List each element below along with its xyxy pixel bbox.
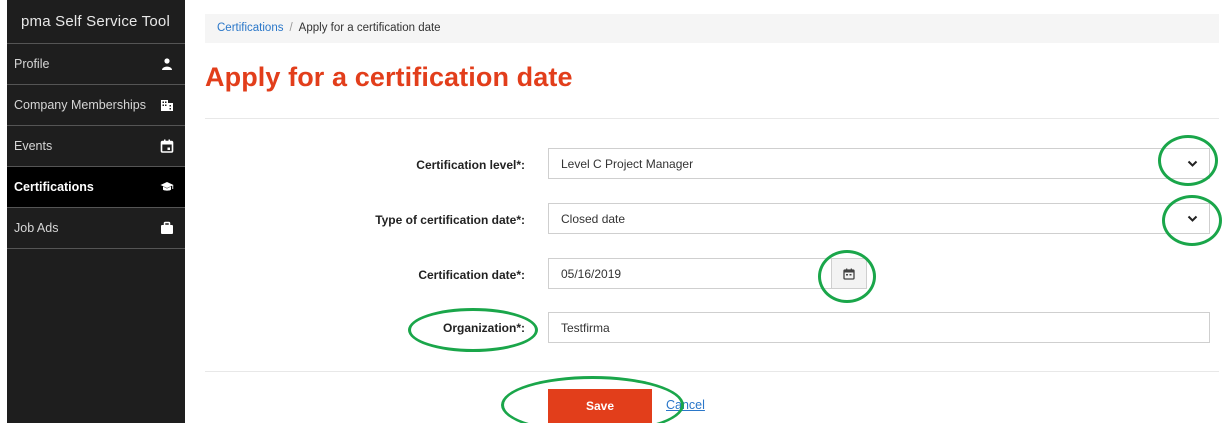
certification-level-value: Level C Project Manager [561,156,694,171]
sidebar: pma Self Service Tool Profile Company Me… [7,0,185,423]
sidebar-item-label: Company Memberships [14,98,146,112]
date-picker-button[interactable] [831,258,867,289]
divider [205,371,1219,372]
sidebar-item-job-ads[interactable]: Job Ads [7,208,185,249]
sidebar-item-label: Profile [14,57,50,71]
certification-level-label: Certification level*: [416,158,525,172]
breadcrumb-separator: / [289,22,293,34]
sidebar-item-events[interactable]: Events [7,126,185,167]
sidebar-item-label: Events [14,139,53,153]
calendar-icon [160,139,174,153]
building-icon [161,100,173,111]
person-icon [162,58,172,70]
sidebar-item-label: Certifications [14,180,94,194]
certification-level-select[interactable]: Level C Project Manager [548,148,1210,179]
organization-input[interactable]: Testfirma [548,312,1210,343]
cancel-link[interactable]: Cancel [666,398,705,412]
page: pma Self Service Tool Profile Company Me… [0,0,1224,423]
save-button[interactable]: Save [548,389,652,423]
chevron-down-icon[interactable] [1175,204,1209,233]
date-type-label: Type of certification date*: [375,213,525,227]
calendar-icon [843,268,855,280]
organization-label: Organization*: [442,321,525,335]
breadcrumb: Certifications / Apply for a certification… [205,14,1219,43]
organization-value: Testfirma [561,320,610,335]
chevron-down-icon[interactable] [1175,149,1209,178]
certification-date-label: Certification date*: [418,268,525,282]
date-type-select[interactable]: Closed date [548,203,1210,234]
graduation-cap-icon [160,182,174,191]
sidebar-item-profile[interactable]: Profile [7,44,185,85]
sidebar-item-label: Job Ads [14,221,59,235]
sidebar-item-certifications[interactable]: Certifications [7,167,185,208]
divider [205,118,1219,119]
date-type-value: Closed date [561,211,626,226]
breadcrumb-current: Apply for a certification date [298,22,441,34]
briefcase-icon [161,221,173,234]
certification-date-value: 05/16/2019 [561,266,622,281]
app-title: pma Self Service Tool [7,0,185,44]
breadcrumb-link-certifications[interactable]: Certifications [217,22,283,34]
sidebar-item-company-memberships[interactable]: Company Memberships [7,85,185,126]
certification-date-input[interactable]: 05/16/2019 [548,258,832,289]
page-title: Apply for a certification date [205,62,573,92]
